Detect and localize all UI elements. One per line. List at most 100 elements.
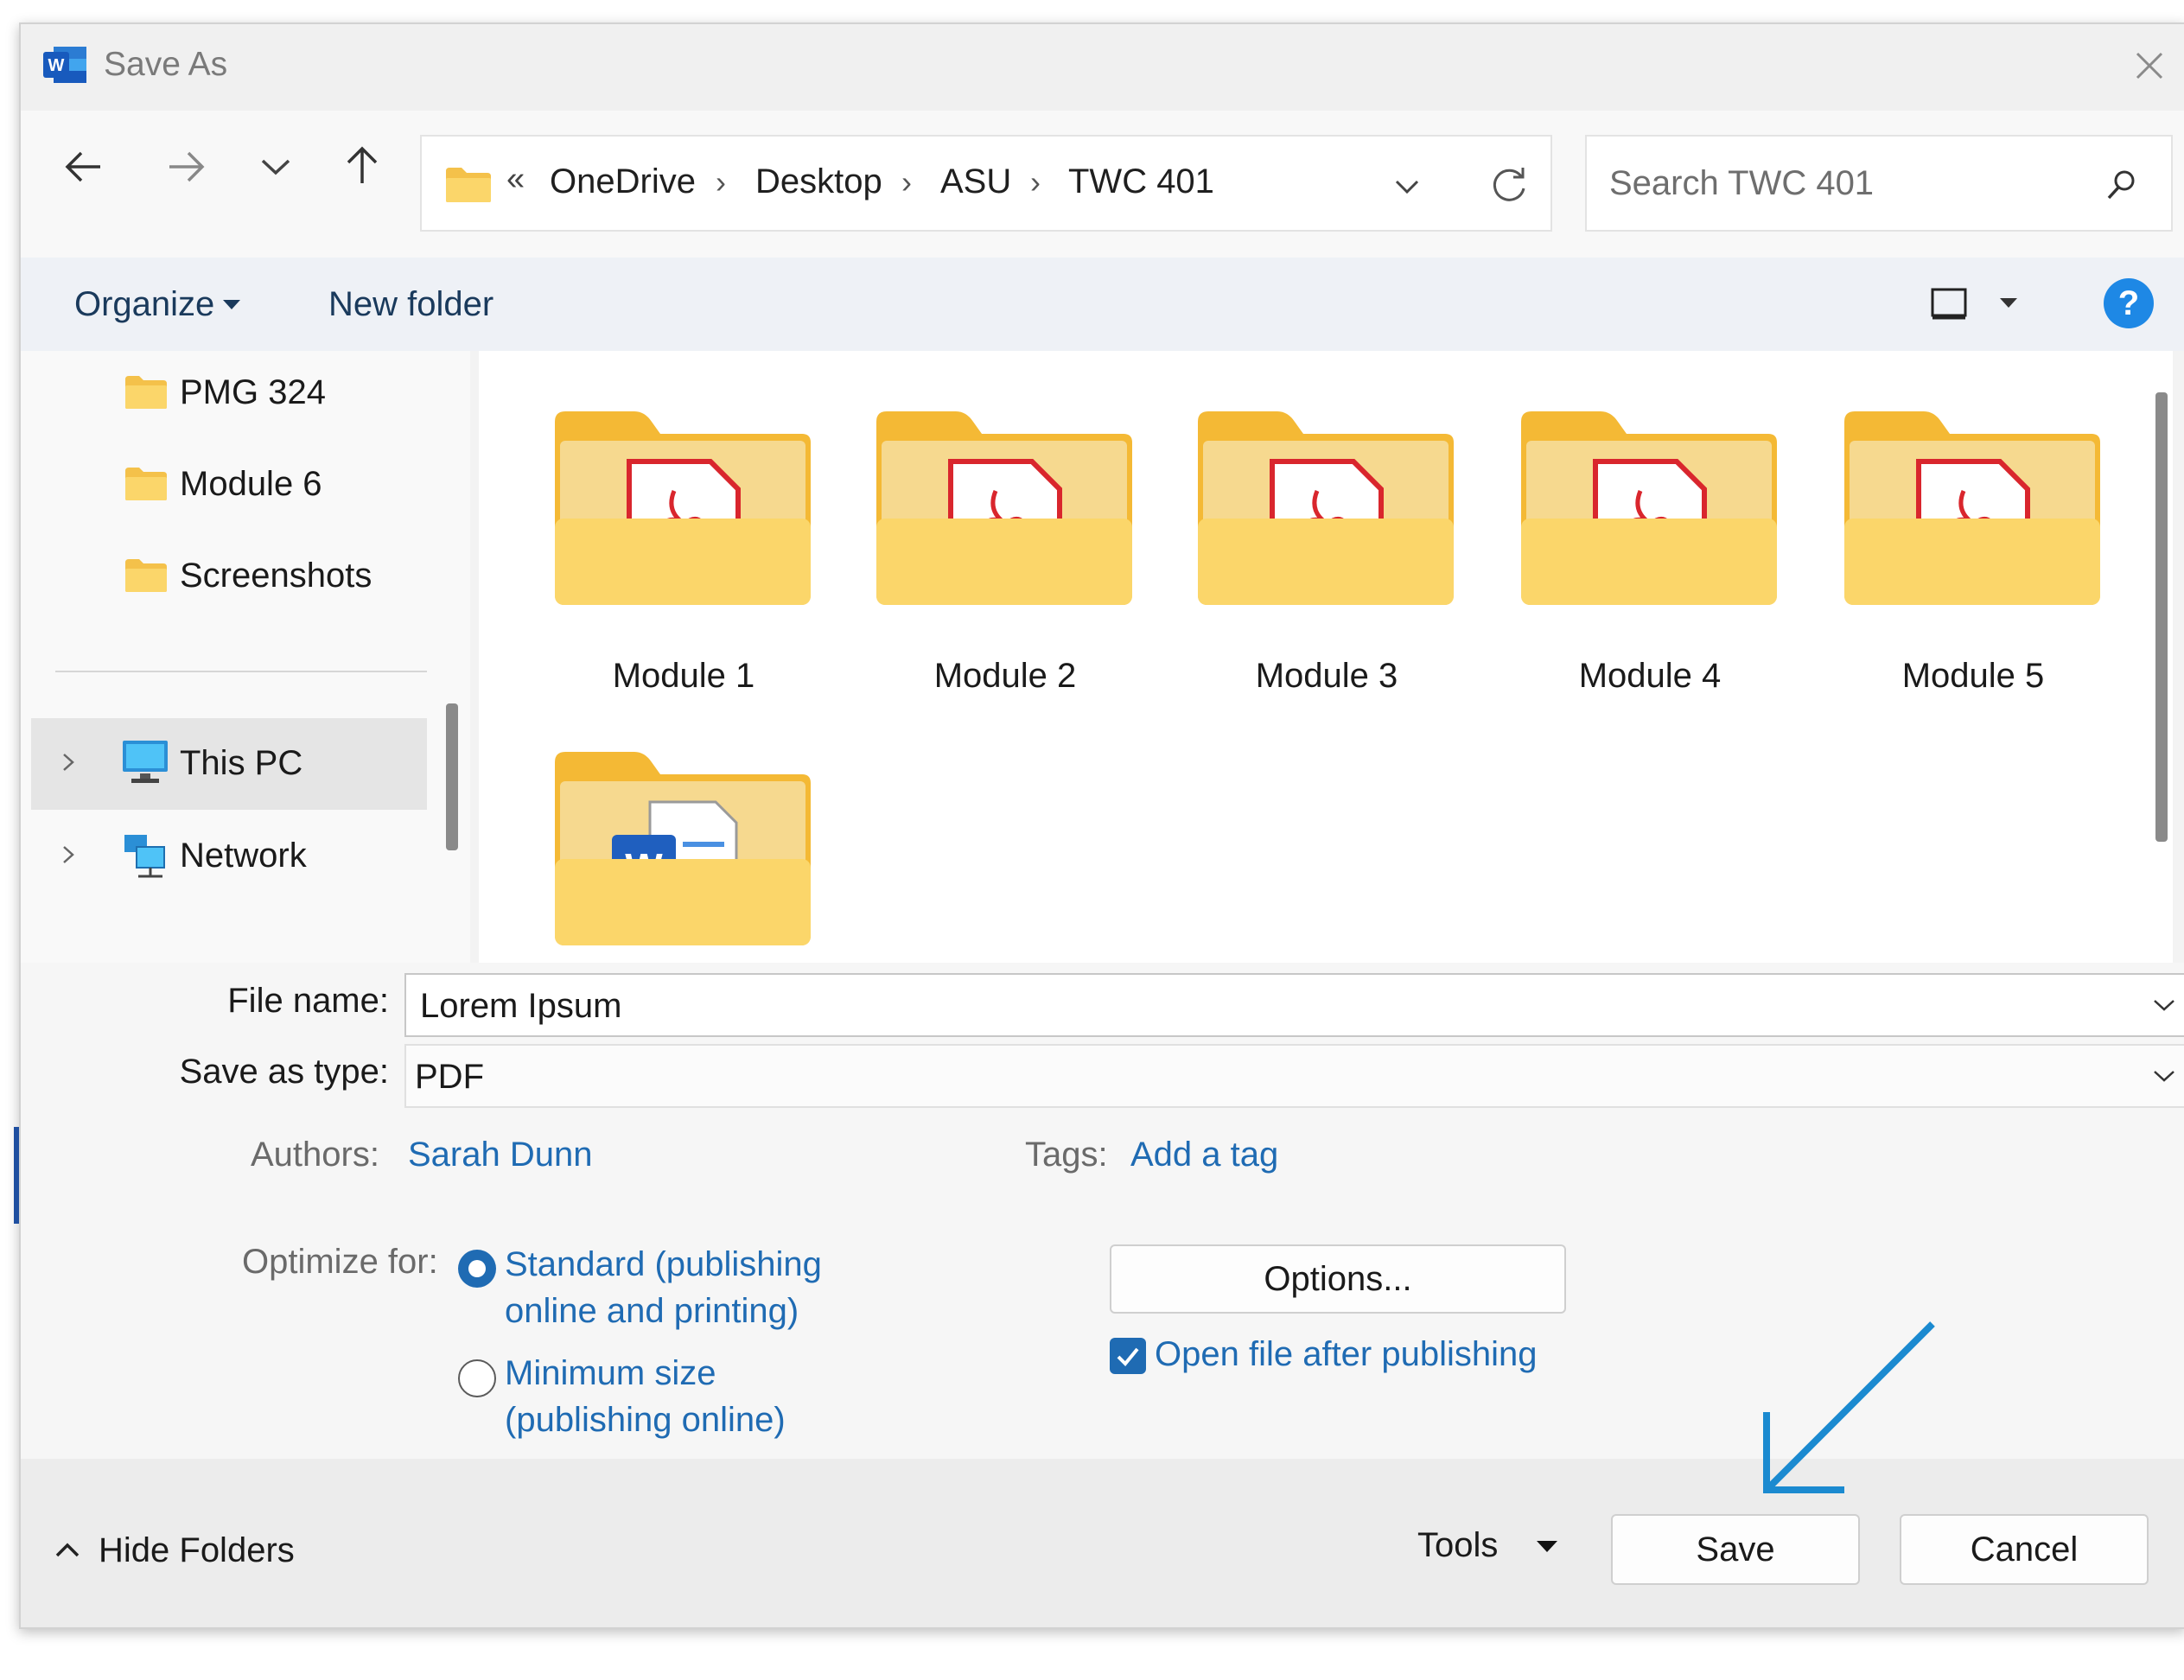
annotation-arrow-icon bbox=[1763, 1321, 1935, 1493]
folder-icon bbox=[125, 376, 167, 409]
window-title: Save As bbox=[104, 46, 228, 83]
caret-down-icon[interactable] bbox=[1998, 296, 2019, 309]
background-accent bbox=[14, 1127, 19, 1224]
breadcrumb-separator: › bbox=[901, 164, 912, 200]
breadcrumb-separator: › bbox=[716, 164, 726, 200]
word-folder-icon: W bbox=[555, 752, 811, 945]
folder-icon bbox=[446, 168, 491, 202]
arrow-up-icon[interactable] bbox=[334, 137, 391, 194]
breadcrumb-desktop[interactable]: Desktop bbox=[755, 162, 882, 201]
tools-button[interactable]: Tools bbox=[1417, 1526, 1498, 1565]
caret-down-icon[interactable] bbox=[221, 297, 242, 311]
address-bar[interactable]: « OneDrive › Desktop › ASU › TWC 401 bbox=[420, 135, 1552, 232]
view-icon[interactable] bbox=[1929, 285, 1969, 323]
sidebar-item-label: This PC bbox=[180, 744, 303, 782]
chevron-up-icon[interactable] bbox=[52, 1538, 83, 1564]
options-button[interactable]: Options... bbox=[1110, 1244, 1566, 1314]
folder-module-1[interactable] bbox=[555, 411, 811, 645]
sidebar-item-this-pc[interactable]: This PC bbox=[31, 718, 427, 810]
svg-text:W: W bbox=[48, 56, 65, 75]
command-bar: Organize New folder ? bbox=[21, 258, 2184, 351]
chevron-down-icon[interactable] bbox=[2149, 992, 2179, 1018]
help-button[interactable]: ? bbox=[2104, 278, 2154, 328]
folder-label[interactable]: Module 5 bbox=[1831, 657, 2116, 696]
arrow-left-icon[interactable] bbox=[55, 138, 112, 195]
close-icon[interactable] bbox=[2125, 41, 2174, 90]
search-icon[interactable] bbox=[2102, 166, 2140, 204]
radio-dot bbox=[468, 1260, 486, 1277]
folder-icon bbox=[125, 468, 167, 500]
sidebar-scrollbar[interactable] bbox=[446, 703, 458, 850]
save-type-select[interactable]: PDF bbox=[404, 1044, 2184, 1108]
file-name-field[interactable]: Lorem Ipsum bbox=[404, 973, 2184, 1037]
sidebar-item-label: Network bbox=[180, 837, 307, 875]
arrow-right-icon[interactable] bbox=[157, 138, 214, 195]
search-placeholder: Search TWC 401 bbox=[1609, 164, 1875, 202]
folder-word-document[interactable]: W bbox=[555, 752, 811, 963]
optimize-standard-label[interactable]: Standard (publishing online and printing… bbox=[505, 1241, 822, 1334]
folder-module-2[interactable] bbox=[876, 411, 1132, 645]
breadcrumb-overflow[interactable]: « bbox=[506, 161, 525, 198]
checkmark-icon bbox=[1117, 1347, 1139, 1366]
file-name-label: File name: bbox=[227, 982, 389, 1020]
refresh-icon[interactable] bbox=[1487, 162, 1531, 207]
network-icon bbox=[124, 835, 165, 878]
sidebar-item-network[interactable]: Network bbox=[180, 837, 307, 875]
optimize-minimum-label[interactable]: Minimum size (publishing online) bbox=[505, 1350, 786, 1443]
chevron-down-icon[interactable] bbox=[247, 138, 304, 195]
search-input[interactable]: Search TWC 401 bbox=[1585, 135, 2173, 232]
folder-module-4[interactable] bbox=[1521, 411, 1777, 645]
open-after-checkbox[interactable] bbox=[1110, 1338, 1146, 1374]
option-line: Minimum size bbox=[505, 1354, 716, 1392]
folder-module-3[interactable] bbox=[1198, 411, 1454, 645]
folder-label[interactable]: Module 1 bbox=[541, 657, 826, 696]
chevron-right-icon[interactable] bbox=[57, 842, 80, 868]
pdf-folder-icon bbox=[555, 411, 811, 605]
sidebar-item-screenshots[interactable]: Screenshots bbox=[180, 557, 372, 595]
chevron-right-icon[interactable] bbox=[57, 749, 80, 775]
radio-minimum[interactable] bbox=[458, 1359, 496, 1397]
chevron-down-icon[interactable] bbox=[1388, 168, 1426, 206]
tags-label: Tags: bbox=[1025, 1136, 1108, 1174]
save-button[interactable]: Save bbox=[1611, 1514, 1860, 1585]
organize-button[interactable]: Organize bbox=[74, 285, 214, 324]
pdf-folder-icon bbox=[1198, 411, 1454, 605]
folder-label[interactable]: Module 4 bbox=[1507, 657, 1792, 696]
pdf-folder-icon bbox=[1521, 411, 1777, 605]
breadcrumb-asu[interactable]: ASU bbox=[940, 162, 1011, 201]
sidebar-divider bbox=[55, 671, 427, 672]
radio-standard[interactable] bbox=[458, 1250, 496, 1288]
chevron-down-icon[interactable] bbox=[2149, 1063, 2179, 1089]
authors-link[interactable]: Sarah Dunn bbox=[408, 1136, 592, 1174]
new-folder-button[interactable]: New folder bbox=[328, 285, 493, 324]
authors-label: Authors: bbox=[251, 1136, 379, 1174]
pdf-folder-icon bbox=[876, 411, 1132, 605]
content-scrollbar[interactable] bbox=[2155, 392, 2168, 842]
save-type-value: PDF bbox=[415, 1058, 484, 1096]
navigation-pane: PMG 324 Module 6 Screenshots This PC Net… bbox=[21, 351, 470, 963]
caret-down-icon[interactable] bbox=[1535, 1538, 1559, 1554]
option-line: online and printing) bbox=[505, 1292, 799, 1330]
save-type-label: Save as type: bbox=[179, 1053, 389, 1091]
breadcrumb-separator: › bbox=[1030, 164, 1041, 200]
option-line: Standard (publishing bbox=[505, 1245, 822, 1283]
sidebar-item-module6[interactable]: Module 6 bbox=[180, 465, 322, 504]
optimize-label: Optimize for: bbox=[242, 1243, 438, 1281]
sidebar-item-pmg324[interactable]: PMG 324 bbox=[180, 373, 326, 412]
title-bar: W Save As bbox=[21, 24, 2184, 111]
hide-folders-button[interactable]: Hide Folders bbox=[99, 1531, 295, 1570]
monitor-icon bbox=[123, 741, 168, 783]
folder-module-5[interactable] bbox=[1844, 411, 2100, 645]
pdf-folder-icon bbox=[1844, 411, 2100, 605]
folder-icon bbox=[125, 559, 167, 592]
breadcrumb-twc401[interactable]: TWC 401 bbox=[1068, 162, 1214, 201]
open-after-label[interactable]: Open file after publishing bbox=[1155, 1331, 1538, 1378]
breadcrumb-onedrive[interactable]: OneDrive bbox=[550, 162, 696, 201]
save-as-dialog: W Save As « OneDrive › Desktop › ASU › T… bbox=[19, 22, 2184, 1629]
folder-label[interactable]: Module 3 bbox=[1184, 657, 1469, 696]
cancel-button[interactable]: Cancel bbox=[1900, 1514, 2149, 1585]
add-tag-link[interactable]: Add a tag bbox=[1130, 1136, 1278, 1174]
word-icon: W bbox=[43, 47, 86, 83]
option-line: (publishing online) bbox=[505, 1401, 786, 1439]
folder-label[interactable]: Module 2 bbox=[863, 657, 1148, 696]
